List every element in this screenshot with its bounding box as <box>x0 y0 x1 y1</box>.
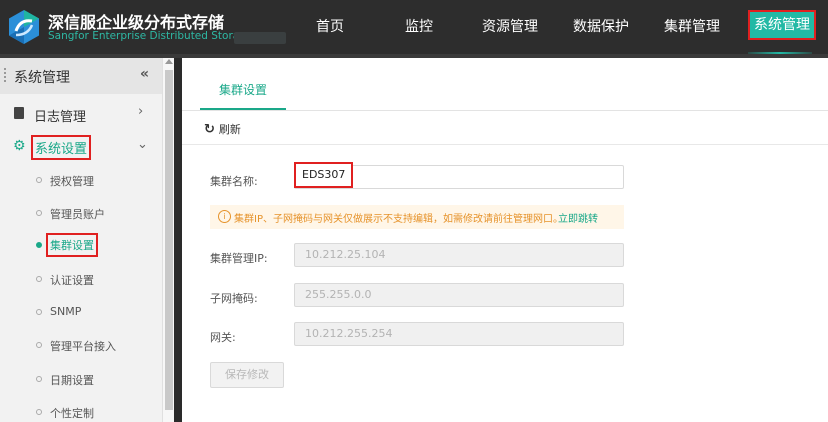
bullet-icon <box>36 342 42 348</box>
sidebar-item-license[interactable]: 授权管理 <box>50 173 94 189</box>
sidebar-item-platform-access[interactable]: 管理平台接入 <box>50 338 116 354</box>
gateway-label: 网关: <box>210 331 236 344</box>
chevron-down-icon[interactable]: ⌄ <box>137 137 148 152</box>
tab-cluster-settings[interactable]: 集群设置 <box>200 58 286 110</box>
nav-home[interactable]: 首页 <box>316 0 344 54</box>
brand-subtitle: Sangfor Enterprise Distributed Storage <box>48 30 253 42</box>
info-notice: i 集群IP、子网掩码与网关仅做展示不支持编辑，如需修改请前往管理网口。 立即跳… <box>210 205 624 229</box>
nav-data-protection[interactable]: 数据保护 <box>573 0 629 54</box>
panel-splitter <box>174 58 182 422</box>
sidebar-title: 系统管理 <box>14 70 70 86</box>
toolbar-divider <box>182 144 828 145</box>
sidebar-item-log[interactable]: 日志管理 <box>34 106 86 125</box>
gateway-field: 10.212.255.254 <box>294 322 624 346</box>
nav-monitor[interactable]: 监控 <box>405 0 433 54</box>
save-button[interactable]: 保存修改 <box>210 362 284 388</box>
sidebar-header: 系统管理 « <box>0 58 162 94</box>
sidebar-item-system-settings[interactable]: 系统设置 <box>30 135 92 160</box>
collapse-icon[interactable]: « <box>140 66 149 82</box>
drag-handle-icon[interactable] <box>4 68 6 84</box>
scroll-up-icon[interactable] <box>165 59 173 64</box>
bullet-icon <box>36 309 42 315</box>
sidebar-item-auth[interactable]: 认证设置 <box>50 272 94 288</box>
scrollbar-thumb[interactable] <box>165 70 173 410</box>
document-icon <box>14 107 24 119</box>
tab-bar: 集群设置 <box>182 58 828 111</box>
cluster-name-label: 集群名称: <box>210 175 258 188</box>
nav-resource[interactable]: 资源管理 <box>482 0 538 54</box>
subnet-mask-label: 子网掩码: <box>210 292 258 305</box>
cluster-ip-field: 10.212.25.104 <box>294 243 624 267</box>
info-icon: i <box>218 210 231 223</box>
bullet-active-icon <box>36 242 42 248</box>
redacted-block <box>234 32 286 44</box>
main-panel: 集群设置 ↻ 刷新 集群名称: EDS307 i 集群IP、子网掩码与网关仅做展示… <box>182 58 828 422</box>
top-header: 深信服企业级分布式存储 Sangfor Enterprise Distribut… <box>0 0 828 55</box>
cluster-name-value[interactable]: EDS307 <box>293 162 354 188</box>
bullet-icon <box>36 210 42 216</box>
bullet-icon <box>36 376 42 382</box>
gear-icon: ⚙ <box>13 138 26 154</box>
notice-text: 集群IP、子网掩码与网关仅做展示不支持编辑，如需修改请前往管理网口。 <box>234 214 563 225</box>
goto-link[interactable]: 立即跳转 <box>558 210 598 225</box>
sidebar-item-admin-account[interactable]: 管理员账户 <box>50 206 105 222</box>
bullet-icon <box>36 276 42 282</box>
refresh-button[interactable]: ↻ 刷新 <box>204 121 241 137</box>
sangfor-logo-icon <box>9 10 39 44</box>
sidebar-item-cluster-settings[interactable]: 集群设置 <box>46 233 98 257</box>
sidebar-item-snmp[interactable]: SNMP <box>50 305 81 318</box>
sidebar-item-customize[interactable]: 个性定制 <box>50 405 94 421</box>
chevron-right-icon[interactable]: › <box>138 104 143 119</box>
bullet-icon <box>36 409 42 415</box>
sidebar-item-date[interactable]: 日期设置 <box>50 372 94 388</box>
nav-cluster[interactable]: 集群管理 <box>664 0 720 54</box>
subnet-mask-field: 255.255.0.0 <box>294 283 624 307</box>
refresh-label: 刷新 <box>218 123 241 136</box>
cluster-ip-label: 集群管理IP: <box>210 252 268 265</box>
nav-system[interactable]: 系统管理 <box>748 10 816 40</box>
refresh-icon: ↻ <box>204 122 215 137</box>
bullet-icon <box>36 177 42 183</box>
